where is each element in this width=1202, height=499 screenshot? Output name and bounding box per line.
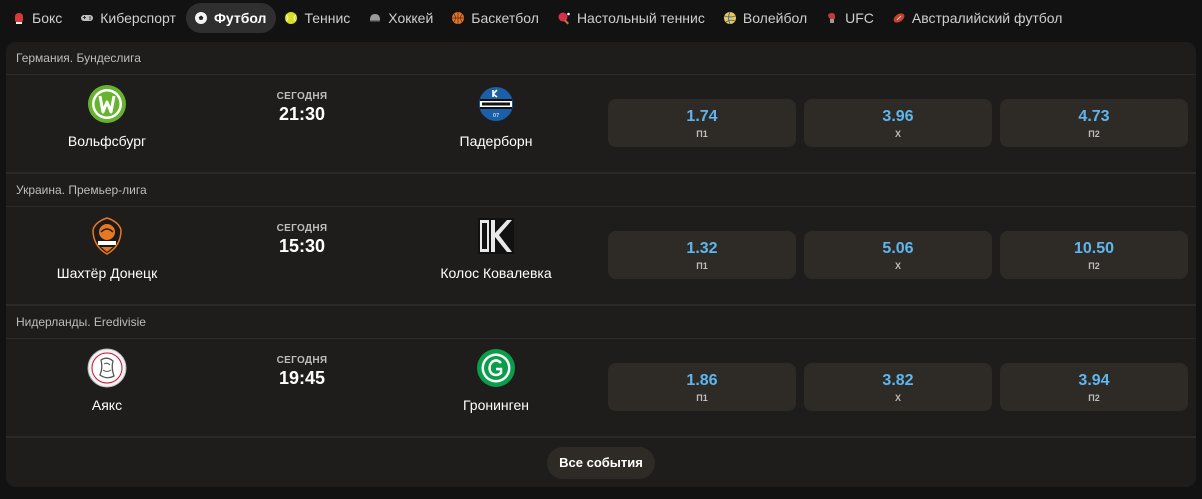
gamepad-icon — [80, 11, 94, 25]
odd-label: П1 — [696, 128, 708, 139]
paderborn-logo: 07 — [476, 84, 516, 124]
odd-label: X — [894, 260, 901, 271]
league-header: Германия. Бундеслига — [6, 42, 1196, 75]
tab-label: Волейбол — [742, 10, 808, 26]
match-row[interactable]: Шахтёр Донецк СЕГОДНЯ 15:30 Колос Ковале… — [6, 207, 1196, 306]
odd-label: X — [894, 128, 901, 139]
odd-label: П2 — [1088, 128, 1100, 139]
home-team[interactable]: Шахтёр Донецк — [17, 207, 197, 306]
tab-basketball[interactable]: Баскетбол — [443, 3, 549, 33]
match-day: СЕГОДНЯ — [276, 223, 328, 234]
odd-value: 3.82 — [882, 371, 914, 389]
sport-tabs: Бокс Киберспорт Футбол Теннис Хоккей Бас… — [0, 0, 1202, 36]
odd-value: 1.86 — [686, 371, 718, 389]
ping-pong-paddle-icon — [557, 11, 571, 25]
all-events-button[interactable]: Все события — [547, 446, 655, 479]
team-name: Аякс — [91, 397, 123, 413]
league-header: Нидерланды. Eredivisie — [6, 306, 1196, 339]
tab-ufc[interactable]: UFC — [817, 3, 884, 33]
odd-value: 3.94 — [1078, 371, 1110, 389]
match-row[interactable]: Аякс СЕГОДНЯ 19:45 Гронинген 1.86 П1 3.8… — [6, 339, 1196, 438]
tab-tennis[interactable]: Теннис — [276, 3, 360, 33]
tab-label: Теннис — [304, 10, 351, 26]
hockey-helmet-icon — [368, 11, 382, 25]
match-clock: 21:30 — [278, 104, 326, 124]
volleyball-icon — [723, 11, 737, 25]
odds-group: 1.86 П1 3.82 X 3.94 П2 — [608, 363, 1188, 411]
match-time: СЕГОДНЯ 19:45 — [242, 355, 362, 389]
team-name: Колос Ковалевка — [440, 265, 552, 281]
home-team[interactable]: Вольфсбург — [17, 75, 197, 174]
odd-home-win[interactable]: 1.74 П1 — [608, 99, 796, 147]
tab-aussie-football[interactable]: Австралийский футбол — [884, 3, 1073, 33]
odd-label: П2 — [1088, 260, 1100, 271]
odds-group: 1.32 П1 5.06 X 10.50 П2 — [608, 231, 1188, 279]
tab-label: Хоккей — [388, 10, 434, 26]
tennis-ball-icon — [284, 11, 298, 25]
tab-label: Футбол — [213, 10, 267, 26]
match-clock: 19:45 — [278, 368, 326, 388]
odd-label: П1 — [696, 260, 708, 271]
team-name: Шахтёр Донецк — [56, 265, 158, 281]
tab-label: Киберспорт — [100, 10, 176, 26]
away-team[interactable]: Колос Ковалевка — [406, 207, 586, 306]
odd-away-win[interactable]: 10.50 П2 — [1000, 231, 1188, 279]
ajax-logo — [87, 348, 127, 388]
boxing-glove-icon — [12, 11, 26, 25]
match-row[interactable]: Вольфсбург СЕГОДНЯ 21:30 07 Падерборн 1.… — [6, 75, 1196, 174]
events-panel: Германия. Бундеслига Вольфсбург СЕГОДНЯ … — [6, 42, 1196, 487]
tab-esports[interactable]: Киберспорт — [72, 3, 186, 33]
tab-hockey[interactable]: Хоккей — [360, 3, 443, 33]
odd-label: X — [894, 392, 901, 403]
kolos-logo — [476, 216, 516, 256]
odd-away-win[interactable]: 3.94 П2 — [1000, 363, 1188, 411]
league-header: Украина. Премьер-лига — [6, 174, 1196, 207]
tab-boxing[interactable]: Бокс — [4, 3, 72, 33]
odd-value: 4.73 — [1078, 107, 1110, 125]
match-clock: 15:30 — [278, 236, 326, 256]
svg-text:07: 07 — [493, 113, 499, 119]
tab-football[interactable]: Футбол — [185, 3, 277, 33]
odd-value: 10.50 — [1073, 239, 1115, 257]
tab-label: UFC — [845, 10, 874, 26]
match-time: СЕГОДНЯ 21:30 — [242, 91, 362, 125]
odd-draw[interactable]: 3.82 X — [804, 363, 992, 411]
match-day: СЕГОДНЯ — [276, 355, 328, 366]
tab-label: Бокс — [32, 10, 63, 26]
match-time: СЕГОДНЯ 15:30 — [242, 223, 362, 257]
odd-label: П1 — [696, 392, 708, 403]
odd-draw[interactable]: 3.96 X — [804, 99, 992, 147]
odd-value: 5.06 — [882, 239, 914, 257]
team-name: Вольфсбург — [67, 133, 147, 149]
groningen-logo — [476, 348, 516, 388]
tab-table-tennis[interactable]: Настольный теннис — [549, 3, 715, 33]
odd-home-win[interactable]: 1.86 П1 — [608, 363, 796, 411]
odd-away-win[interactable]: 4.73 П2 — [1000, 99, 1188, 147]
team-name: Падерборн — [459, 133, 533, 149]
away-team[interactable]: 07 Падерборн — [406, 75, 586, 174]
odd-value: 1.74 — [686, 107, 718, 125]
odd-home-win[interactable]: 1.32 П1 — [608, 231, 796, 279]
basketball-icon — [451, 11, 465, 25]
team-name: Гронинген — [463, 397, 529, 413]
soccer-ball-icon — [194, 11, 208, 25]
odd-label: П2 — [1088, 392, 1100, 403]
odd-draw[interactable]: 5.06 X — [804, 231, 992, 279]
tab-label: Австралийский футбол — [911, 10, 1063, 26]
odd-value: 1.32 — [686, 239, 718, 257]
wolfsburg-logo — [87, 84, 127, 124]
match-day: СЕГОДНЯ — [276, 91, 328, 102]
odds-group: 1.74 П1 3.96 X 4.73 П2 — [608, 99, 1188, 147]
tab-volleyball[interactable]: Волейбол — [715, 3, 817, 33]
tab-label: Настольный теннис — [576, 10, 705, 26]
panel-footer: Все события — [6, 438, 1196, 487]
rugby-ball-icon — [892, 11, 906, 25]
odd-value: 3.96 — [882, 107, 914, 125]
away-team[interactable]: Гронинген — [406, 339, 586, 438]
home-team[interactable]: Аякс — [17, 339, 197, 438]
tab-label: Баскетбол — [471, 10, 539, 26]
shakhtar-logo — [87, 216, 127, 256]
mma-glove-icon — [825, 11, 839, 25]
